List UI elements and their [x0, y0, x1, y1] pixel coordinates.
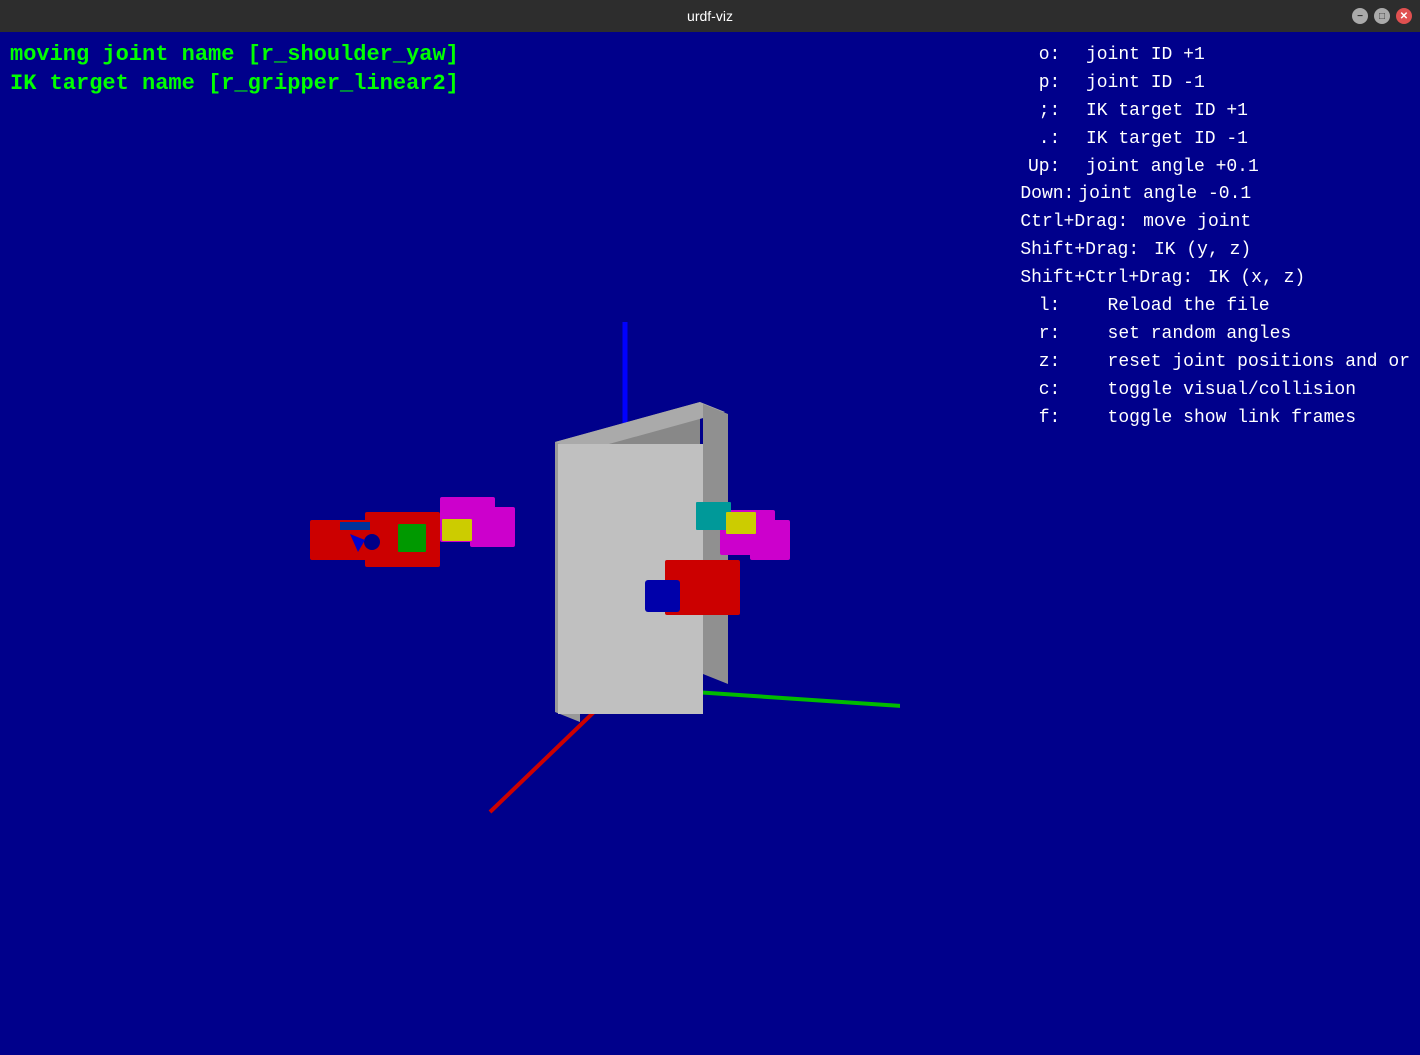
shortcut-c: c: toggle visual/collision [1020, 377, 1410, 405]
close-button[interactable]: ✕ [1396, 8, 1412, 24]
minimize-button[interactable]: − [1352, 8, 1368, 24]
ik-target-label: IK target name [r_gripper_linear2] [10, 71, 459, 96]
shortcut-up: Up: joint angle +0.1 [1020, 154, 1410, 182]
shortcut-shift-drag: Shift+Drag: IK (y, z) [1020, 237, 1410, 265]
shortcut-o: o: joint ID +1 [1020, 42, 1410, 70]
shortcut-l: l: Reload the file [1020, 293, 1410, 321]
shortcut-ctrl-drag: Ctrl+Drag: move joint [1020, 209, 1410, 237]
shortcut-semicolon: ;: IK target ID +1 [1020, 98, 1410, 126]
info-overlay: moving joint name [r_shoulder_yaw] IK ta… [10, 42, 459, 96]
robot-visualization [0, 112, 900, 1012]
window-controls: − □ ✕ [1352, 8, 1412, 24]
shortcut-shift-ctrl-drag: Shift+Ctrl+Drag: IK (x, z) [1020, 265, 1410, 293]
shortcut-down: Down: joint angle -0.1 [1020, 181, 1410, 209]
shortcut-z: z: reset joint positions and or [1020, 349, 1410, 377]
shortcuts-panel: o: joint ID +1 p: joint ID -1 ;: IK targ… [1020, 42, 1410, 432]
maximize-button[interactable]: □ [1374, 8, 1390, 24]
main-viewport: moving joint name [r_shoulder_yaw] IK ta… [0, 32, 1420, 1055]
shortcut-p: p: joint ID -1 [1020, 70, 1410, 98]
window-title: urdf-viz [687, 8, 733, 24]
3d-viewport[interactable] [0, 112, 900, 1012]
shortcut-dot: .: IK target ID -1 [1020, 126, 1410, 154]
shortcut-f: f: toggle show link frames [1020, 405, 1410, 433]
shortcut-r: r: set random angles [1020, 321, 1410, 349]
moving-joint-label: moving joint name [r_shoulder_yaw] [10, 42, 459, 67]
title-bar: urdf-viz − □ ✕ [0, 0, 1420, 32]
